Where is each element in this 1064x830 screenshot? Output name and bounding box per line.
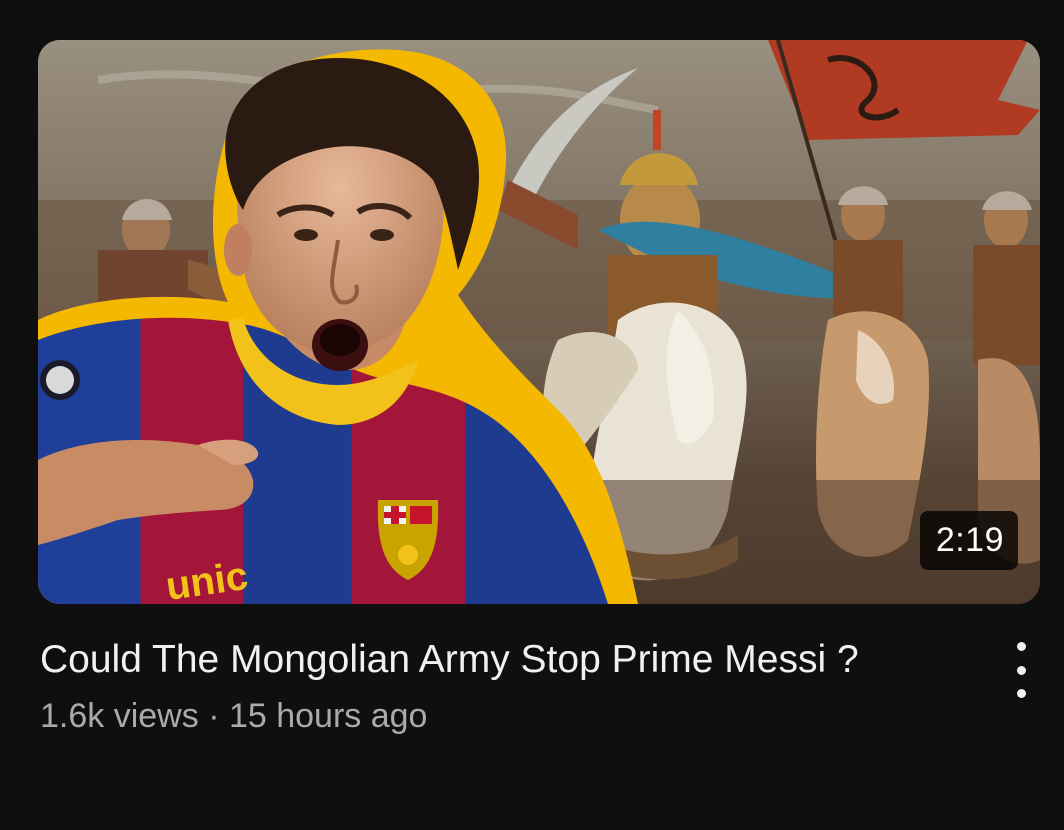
more-vertical-icon-dot: [1016, 665, 1026, 675]
video-meta: Could The Mongolian Army Stop Prime Mess…: [40, 634, 990, 736]
view-count: 1.6k views: [40, 697, 199, 735]
video-thumbnail[interactable]: unic 2:19: [38, 40, 1040, 604]
video-title[interactable]: Could The Mongolian Army Stop Prime Mess…: [40, 634, 920, 686]
more-vertical-icon: [1016, 642, 1026, 651]
more-vertical-icon-dot: [1016, 689, 1026, 698]
duration-badge: 2:19: [919, 511, 1018, 570]
meta-separator: ·: [208, 697, 220, 735]
upload-age: 15 hours ago: [228, 697, 428, 735]
thumbnail-artwork: unic: [38, 40, 1040, 604]
video-stats: 1.6k views · 15 hours ago: [40, 696, 990, 736]
video-card: unic 2:19 Could The Mongolian Army Stop …: [0, 0, 1064, 830]
more-options-button[interactable]: [1008, 638, 1034, 702]
